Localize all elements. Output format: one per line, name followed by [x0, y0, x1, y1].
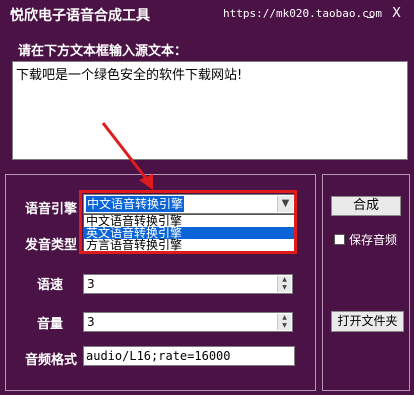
synthesize-button[interactable]: 合成 [331, 196, 401, 216]
red-arrow [101, 122, 153, 190]
source-text-area[interactable]: 下载吧是一个绿色安全的软件下载网站! [12, 61, 408, 160]
arrow-up-icon[interactable]: ▲ [278, 276, 291, 284]
arrow-down-icon[interactable]: ▼ [278, 284, 291, 292]
arrow-down-icon[interactable]: ▼ [278, 322, 291, 330]
engine-label: 语音引擎 [25, 202, 78, 217]
voice-type-label: 发音类型 [25, 238, 78, 253]
speed-label: 语速 [37, 278, 64, 293]
volume-spinner[interactable]: 3 ▲ ▼ [83, 312, 293, 332]
window-title: 悦欣电子语音合成工具 [10, 8, 150, 24]
minimize-button[interactable]: _ [367, 4, 374, 19]
open-folder-button[interactable]: 打开文件夹 [331, 311, 404, 332]
save-audio-checkbox[interactable] [334, 234, 345, 245]
save-audio-label: 保存音频 [349, 233, 398, 247]
annotation-highlight-box [79, 190, 297, 254]
vendor-url: https://mk020.taobao.com [223, 7, 382, 20]
arrow-up-icon[interactable]: ▲ [278, 314, 291, 322]
speed-value: 3 [87, 277, 95, 291]
volume-value: 3 [87, 315, 95, 329]
speed-spinner[interactable]: 3 ▲ ▼ [83, 274, 293, 294]
format-input[interactable]: audio/L16;rate=16000 [83, 346, 295, 366]
source-prompt: 请在下方文本框输入源文本： [18, 44, 188, 59]
volume-label: 音量 [37, 317, 64, 332]
close-button[interactable]: X [392, 6, 401, 21]
format-label: 音频格式 [25, 353, 78, 368]
